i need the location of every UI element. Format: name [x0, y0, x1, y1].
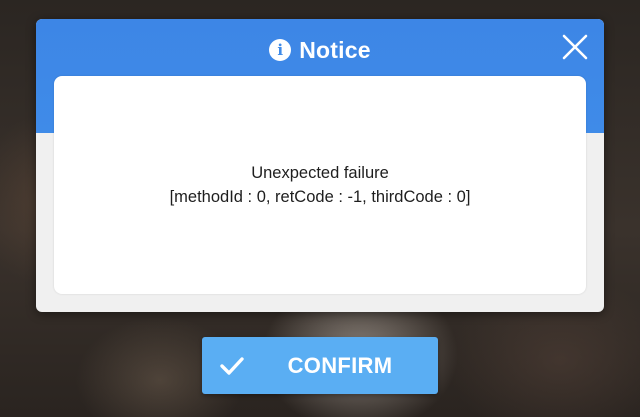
message-card: Unexpected failure [methodId : 0, retCod… — [54, 76, 586, 294]
info-icon: i — [269, 39, 292, 61]
dialog-title-row: i Notice — [36, 35, 604, 65]
message-detail: [methodId : 0, retCode : -1, thirdCode :… — [169, 188, 471, 206]
confirm-label: CONFIRM — [287, 353, 393, 378]
message-title: Unexpected failure — [251, 164, 389, 182]
dialog-title: Notice — [299, 36, 371, 63]
notice-dialog: i Notice Unexpected failure [methodId : … — [36, 19, 604, 312]
close-icon — [562, 34, 588, 60]
confirm-button[interactable]: CONFIRM — [202, 337, 438, 394]
close-button[interactable] — [560, 32, 590, 62]
